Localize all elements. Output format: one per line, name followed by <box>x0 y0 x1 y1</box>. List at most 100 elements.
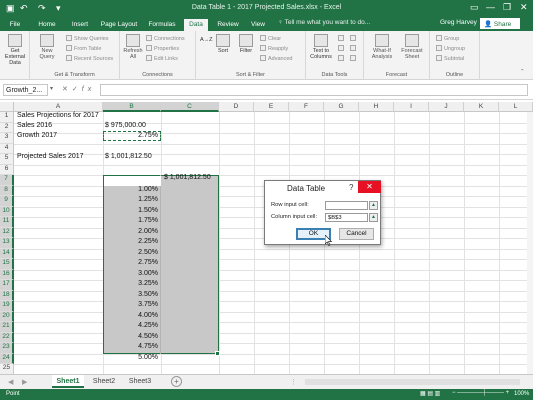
cell-a2[interactable]: Sales 2016 <box>17 122 52 129</box>
growth-rate-cell[interactable]: 4.25% <box>104 322 158 329</box>
share-button[interactable]: 👤 Share <box>480 18 520 29</box>
row-header-7[interactable]: 7 <box>0 175 14 186</box>
row-header-11[interactable]: 11 <box>0 217 14 228</box>
what-if-analysis-button[interactable]: What-If Analysis <box>368 34 396 60</box>
advanced-button[interactable]: Advanced <box>260 55 292 62</box>
growth-rate-cell[interactable]: 1.75% <box>104 217 158 224</box>
row-header-21[interactable]: 21 <box>0 322 14 333</box>
collapse-dialog-icon[interactable]: ▲ <box>369 213 378 222</box>
zoom-slider[interactable]: − ──────┼──── + <box>452 390 509 396</box>
from-table-button[interactable]: From Table <box>66 45 101 52</box>
collapse-ribbon-icon[interactable]: ⌃ <box>520 69 525 75</box>
new-query-button[interactable]: New Query <box>35 34 59 60</box>
consolidate-icon[interactable] <box>350 35 358 42</box>
tell-me-box[interactable]: ♀ Tell me what you want to do... <box>278 19 370 26</box>
growth-rate-cell[interactable]: 2.25% <box>104 238 158 245</box>
row-header-2[interactable]: 2 <box>0 122 14 133</box>
cell-c7[interactable]: $ 1,001,812.50 <box>164 174 211 181</box>
tab-home[interactable]: Home <box>36 19 58 31</box>
tab-formulas[interactable]: Formulas <box>146 19 178 31</box>
tab-insert[interactable]: Insert <box>68 19 92 31</box>
tab-data[interactable]: Data <box>184 19 208 31</box>
group-button[interactable]: Group <box>436 35 459 42</box>
recent-sources-button[interactable]: Recent Sources <box>66 55 113 62</box>
cancel-icon[interactable]: ✕ <box>62 86 72 93</box>
row-header-9[interactable]: 9 <box>0 196 14 207</box>
row-input-field[interactable] <box>325 201 368 210</box>
add-sheet-button[interactable]: + <box>171 376 182 387</box>
row-header-14[interactable]: 14 <box>0 248 14 259</box>
growth-rate-cell[interactable]: 2.50% <box>104 249 158 256</box>
tab-file[interactable]: File <box>4 19 26 31</box>
column-header-e[interactable]: E <box>254 102 289 112</box>
get-external-data-button[interactable]: Get External Data <box>2 34 28 66</box>
reapply-button[interactable]: Reapply <box>260 45 288 52</box>
growth-rate-cell[interactable]: 1.00% <box>104 186 158 193</box>
column-header-d[interactable]: D <box>219 102 254 112</box>
ribbon-display-icon[interactable]: ▭ <box>470 2 479 13</box>
sort-button[interactable]: Sort <box>214 34 232 54</box>
row-header-10[interactable]: 10 <box>0 206 14 217</box>
cell-b5[interactable]: $ 1,001,812.50 <box>105 153 152 160</box>
dialog-close-button[interactable]: ✕ <box>358 181 381 193</box>
page-view-icons[interactable]: ▦ ▤ ▥ <box>420 390 440 397</box>
enter-icon[interactable]: ✓ <box>72 86 82 93</box>
zoom-level[interactable]: 100% <box>514 391 529 397</box>
select-all-button[interactable] <box>0 102 14 112</box>
row-header-17[interactable]: 17 <box>0 280 14 291</box>
column-header-i[interactable]: I <box>394 102 429 112</box>
row-header-3[interactable]: 3 <box>0 133 14 144</box>
growth-rate-cell[interactable]: 3.25% <box>104 280 158 287</box>
name-box-dropdown-icon[interactable]: ▾ <box>50 85 53 92</box>
growth-rate-cell[interactable]: 4.00% <box>104 312 158 319</box>
tab-page-layout[interactable]: Page Layout <box>98 19 140 31</box>
row-header-1[interactable]: 1 <box>0 112 14 123</box>
collapse-dialog-icon[interactable]: ▲ <box>369 201 378 210</box>
refresh-all-button[interactable]: Refresh All <box>122 34 144 60</box>
row-header-6[interactable]: 6 <box>0 164 14 175</box>
row-header-20[interactable]: 20 <box>0 311 14 322</box>
sheet-tab-sheet1[interactable]: Sheet1 <box>52 375 84 388</box>
column-input-field[interactable]: $B$3 <box>325 213 368 222</box>
row-header-19[interactable]: 19 <box>0 301 14 312</box>
sheet-tab-sheet3[interactable]: Sheet3 <box>124 375 156 388</box>
remove-duplicates-icon[interactable] <box>338 45 346 52</box>
properties-button[interactable]: Properties <box>146 45 179 52</box>
text-to-columns-button[interactable]: Text to Columns <box>308 34 334 60</box>
growth-rate-cell[interactable]: 4.50% <box>104 333 158 340</box>
connections-button[interactable]: Connections <box>146 35 185 42</box>
vertical-scrollbar[interactable] <box>527 112 533 374</box>
row-header-8[interactable]: 8 <box>0 185 14 196</box>
row-header-5[interactable]: 5 <box>0 154 14 165</box>
column-header-c[interactable]: C <box>161 102 219 112</box>
close-button[interactable]: ✕ <box>520 2 528 13</box>
growth-rate-cell[interactable]: 4.75% <box>104 343 158 350</box>
column-header-h[interactable]: H <box>359 102 394 112</box>
cell-a3[interactable]: Growth 2017 <box>17 132 57 139</box>
growth-rate-cell[interactable]: 3.00% <box>104 270 158 277</box>
row-header-13[interactable]: 13 <box>0 238 14 249</box>
tab-review[interactable]: Review <box>214 19 242 31</box>
forecast-sheet-button[interactable]: Forecast Sheet <box>398 34 426 60</box>
filter-button[interactable]: Filter <box>236 34 256 54</box>
sheet-tab-sheet2[interactable]: Sheet2 <box>88 375 120 388</box>
cell-a5[interactable]: Projected Sales 2017 <box>17 153 84 160</box>
column-header-b[interactable]: B <box>103 102 161 112</box>
column-header-a[interactable]: A <box>14 102 103 112</box>
ungroup-button[interactable]: Ungroup <box>436 45 465 52</box>
help-button[interactable]: ? <box>349 183 353 192</box>
minimize-button[interactable]: — <box>486 2 495 12</box>
growth-rate-cell[interactable]: 1.50% <box>104 207 158 214</box>
growth-rate-cell[interactable]: 5.00% <box>104 354 158 361</box>
manage-data-model-icon[interactable] <box>350 55 358 62</box>
user-name[interactable]: Greg Harvey <box>440 19 477 26</box>
formula-input[interactable] <box>100 84 528 96</box>
clear-button[interactable]: Clear <box>260 35 281 42</box>
row-header-22[interactable]: 22 <box>0 332 14 343</box>
row-header-25[interactable]: 25 <box>0 364 14 374</box>
row-header-15[interactable]: 15 <box>0 259 14 270</box>
fill-handle[interactable] <box>215 351 220 356</box>
edit-links-button[interactable]: Edit Links <box>146 55 178 62</box>
sort-az-button[interactable]: A→Z <box>200 37 213 43</box>
flash-fill-icon[interactable] <box>338 35 346 42</box>
